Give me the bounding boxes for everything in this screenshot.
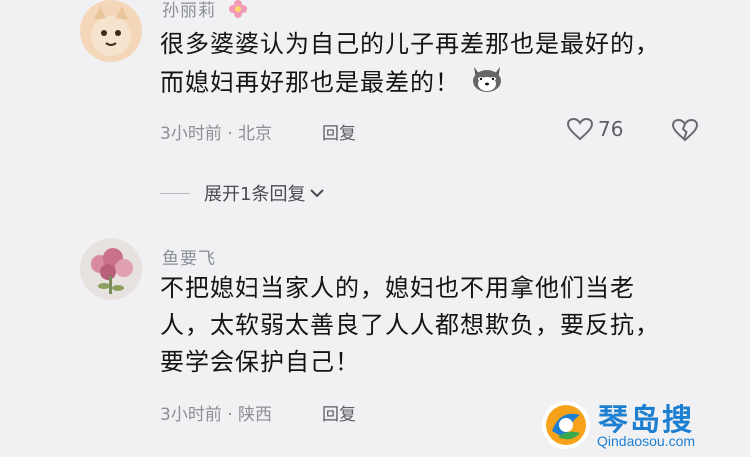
like-button[interactable]: 76 [566, 117, 623, 141]
watermark: 琴岛搜 Qindaosou.com [540, 395, 750, 457]
username[interactable]: 孙丽莉 [162, 0, 248, 24]
avatar[interactable] [80, 0, 142, 62]
username[interactable]: 鱼要飞 [162, 244, 216, 269]
comment-text: 很多婆婆认为自己的儿子再差那也是最好的，而媳妇再好那也是最差的！ [160, 26, 680, 104]
broken-heart-icon [671, 118, 699, 142]
husky-dog-icon [470, 63, 504, 104]
timestamp-location: 3小时前 · 陕西 [160, 405, 273, 425]
expand-label: 展开1条回复 [204, 184, 306, 205]
chevron-down-icon [310, 189, 325, 198]
watermark-url: Qindaosou.com [597, 433, 696, 449]
avatar[interactable] [80, 238, 142, 300]
comment-body: 很多婆婆认为自己的儿子再差那也是最好的，而媳妇再好那也是最差的！ [160, 30, 660, 97]
divider [160, 192, 190, 194]
reply-button[interactable]: 回复 [322, 400, 356, 425]
comment-meta: 3小时前 · 北京 回复 [160, 119, 356, 144]
dislike-button[interactable] [671, 118, 699, 146]
comment-meta: 3小时前 · 陕西 回复 [160, 400, 356, 425]
username-text: 孙丽莉 [162, 1, 216, 21]
watermark-logo-icon [540, 399, 592, 455]
comment-body: 不把媳妇当家人的，媳妇也不用拿他们当老人，太软弱太善良了人人都想欺负，要反抗，要… [160, 274, 660, 376]
expand-replies-button[interactable]: 展开1条回复 [160, 180, 326, 206]
flower-badge-icon [228, 0, 248, 24]
comment-list: 孙丽莉 很多婆婆认为自己的儿子再差那也是最好的，而媳妇再好那也是最差的！ 3小时… [0, 0, 750, 457]
reply-button[interactable]: 回复 [322, 119, 356, 144]
username-text: 鱼要飞 [162, 249, 216, 269]
comment-item: 孙丽莉 很多婆婆认为自己的儿子再差那也是最好的，而媳妇再好那也是最差的！ 3小时… [0, 0, 750, 205]
like-count: 76 [598, 117, 624, 141]
heart-icon [566, 117, 594, 141]
timestamp-location: 3小时前 · 北京 [160, 124, 273, 144]
comment-text: 不把媳妇当家人的，媳妇也不用拿他们当老人，太软弱太善良了人人都想欺负，要反抗，要… [160, 270, 680, 381]
